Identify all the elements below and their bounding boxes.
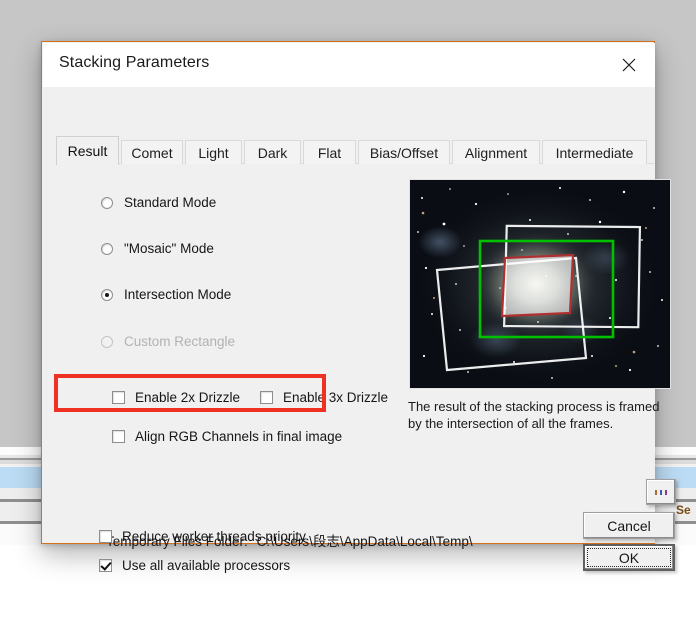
tab-label: Bias/Offset bbox=[369, 144, 439, 161]
tab-dark[interactable]: Dark bbox=[244, 140, 301, 164]
checkbox-use-all-processors[interactable]: Use all available processors bbox=[99, 558, 290, 573]
checkbox-icon bbox=[112, 430, 125, 443]
tab-result[interactable]: Result bbox=[56, 136, 119, 165]
radio-label: "Mosaic" Mode bbox=[124, 241, 214, 256]
tab-label: Light bbox=[198, 144, 229, 161]
tab-bias-offset[interactable]: Bias/Offset bbox=[358, 140, 450, 164]
tab-comet[interactable]: Comet bbox=[121, 140, 183, 164]
stacking-parameters-dialog: Stacking Parameters Result Comet Light D… bbox=[41, 41, 676, 573]
checkbox-label: Enable 2x Drizzle bbox=[135, 390, 241, 405]
cancel-button-label: Cancel bbox=[607, 517, 651, 534]
checkbox-icon bbox=[99, 559, 112, 572]
ok-button[interactable]: OK bbox=[583, 544, 675, 571]
radio-label: Intersection Mode bbox=[124, 287, 232, 302]
checkbox-label: Reduce worker threads priority bbox=[122, 529, 306, 544]
cancel-button[interactable]: Cancel bbox=[583, 512, 675, 539]
tab-light[interactable]: Light bbox=[185, 140, 242, 164]
dialog-titlebar: Stacking Parameters bbox=[43, 43, 655, 87]
checkbox-align-rgb-channels[interactable]: Align RGB Channels in final image bbox=[112, 429, 342, 444]
ellipsis-icon bbox=[655, 489, 667, 495]
checkbox-label: Enable 3x Drizzle bbox=[283, 390, 389, 405]
checkbox-icon bbox=[99, 530, 112, 543]
radio-icon bbox=[101, 335, 113, 348]
checkbox-icon bbox=[112, 391, 125, 404]
radio-label: Standard Mode bbox=[124, 195, 217, 210]
tab-flat[interactable]: Flat bbox=[303, 140, 356, 164]
checkbox-icon bbox=[260, 391, 273, 404]
tab-label: Result bbox=[67, 143, 108, 159]
tab-label: Dark bbox=[257, 144, 288, 161]
radio-custom-rectangle: Custom Rectangle bbox=[101, 334, 235, 349]
tab-alignment[interactable]: Alignment bbox=[452, 140, 540, 164]
radio-icon bbox=[101, 288, 113, 301]
radio-mosaic-mode[interactable]: "Mosaic" Mode bbox=[101, 241, 214, 256]
dialog-title: Stacking Parameters bbox=[59, 54, 210, 71]
tab-intermediate[interactable]: Intermediate bbox=[542, 140, 647, 164]
radio-label: Custom Rectangle bbox=[124, 334, 236, 349]
tab-label: Flat bbox=[317, 144, 342, 161]
checkbox-label: Use all available processors bbox=[122, 558, 291, 573]
ok-button-label: OK bbox=[618, 549, 640, 566]
background-row-label: Se bbox=[676, 503, 691, 517]
close-icon[interactable] bbox=[613, 50, 645, 80]
checkbox-enable-2x-drizzle[interactable]: Enable 2x Drizzle bbox=[112, 390, 240, 405]
browse-temp-folder-button[interactable] bbox=[646, 479, 676, 505]
checkbox-label: Align RGB Channels in final image bbox=[135, 429, 343, 444]
tab-bar: Result Comet Light Dark Flat Bias/Offset… bbox=[56, 136, 654, 165]
tab-label: Intermediate bbox=[555, 144, 634, 161]
checkbox-reduce-worker-priority[interactable]: Reduce worker threads priority bbox=[99, 529, 306, 544]
radio-standard-mode[interactable]: Standard Mode bbox=[101, 195, 216, 210]
preview-image bbox=[409, 179, 671, 389]
preview-caption: The result of the stacking process is fr… bbox=[408, 399, 660, 431]
radio-icon bbox=[101, 242, 113, 255]
radio-intersection-mode[interactable]: Intersection Mode bbox=[101, 287, 231, 302]
radio-icon bbox=[101, 196, 113, 209]
checkbox-enable-3x-drizzle[interactable]: Enable 3x Drizzle bbox=[260, 390, 388, 405]
tab-label: Comet bbox=[131, 144, 173, 161]
tab-label: Alignment bbox=[464, 144, 528, 161]
